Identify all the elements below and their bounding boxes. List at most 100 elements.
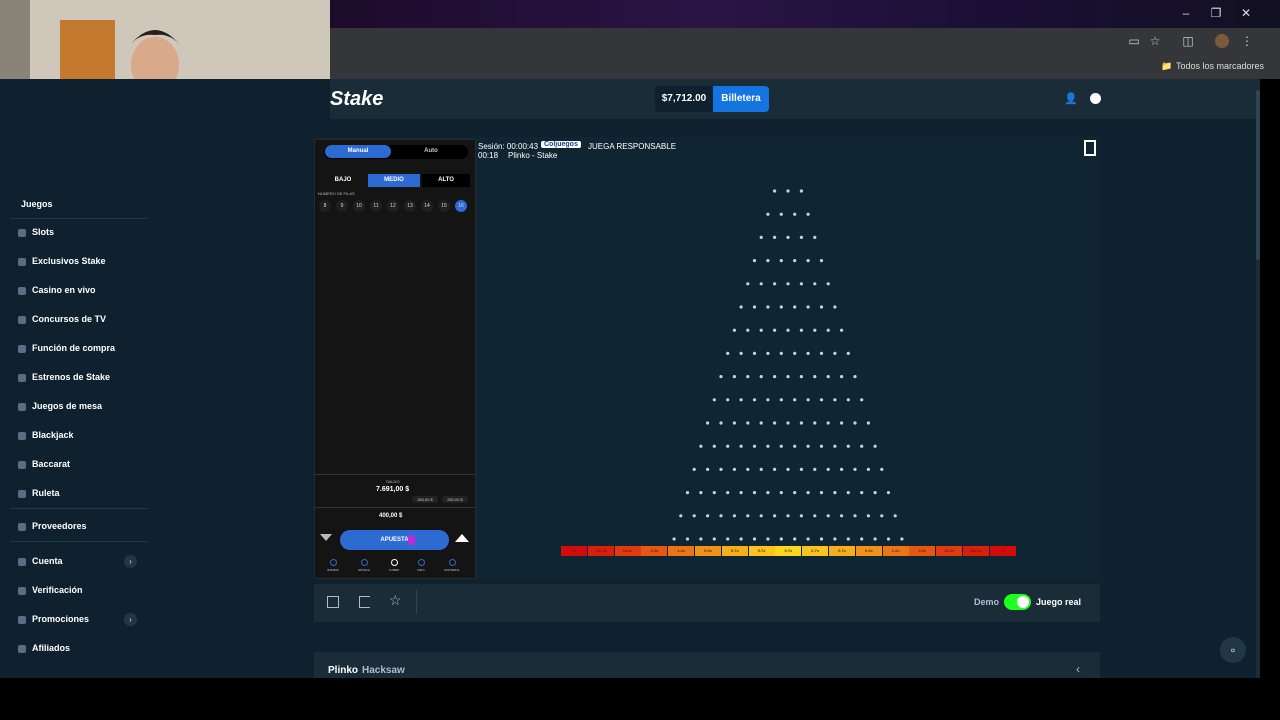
minimize-icon[interactable]: – — [1176, 6, 1196, 20]
sidebar-item-proveedores[interactable]: Proveedores — [18, 515, 143, 537]
sidebar-item-juegos[interactable]: Juegos — [18, 193, 143, 215]
demo-real-toggle[interactable] — [1004, 594, 1031, 610]
risk-high[interactable]: ALTO — [422, 174, 470, 187]
peg — [779, 305, 783, 309]
chevron-right-icon[interactable]: › — [124, 555, 137, 568]
sidebar-item-concursos-tv[interactable]: Concursos de TV — [18, 308, 143, 330]
decrease-bet-icon[interactable] — [320, 534, 332, 541]
balance-display[interactable]: $7,712.00 — [655, 86, 713, 112]
menu-icon[interactable]: ⋮ — [1240, 34, 1254, 48]
sidebar-item-juegos-mesa[interactable]: Juegos de mesa — [18, 395, 143, 417]
row-option[interactable]: 11 — [370, 200, 382, 212]
risk-low[interactable]: BAJO — [326, 174, 360, 187]
risk-medium[interactable]: MEDIO — [368, 174, 420, 187]
peg — [766, 351, 770, 355]
peg — [746, 421, 750, 425]
peg — [806, 212, 810, 216]
tab-manual[interactable]: Manual — [325, 145, 391, 158]
extensions-icon[interactable]: ◫ — [1181, 34, 1195, 48]
cast-icon[interactable]: ▭ — [1127, 34, 1141, 48]
sidebar-item-casino-vivo[interactable]: Casino en vivo — [18, 279, 143, 301]
restore-icon[interactable]: ❐ — [1206, 6, 1226, 20]
peg — [732, 514, 736, 518]
turbo-button[interactable]: TURBO — [387, 559, 401, 572]
peg — [846, 491, 850, 495]
increase-bet-icon[interactable] — [455, 534, 469, 542]
peg — [886, 537, 891, 541]
peg — [806, 351, 810, 355]
profile-avatar[interactable] — [1215, 34, 1229, 48]
sidebar-item-funcion-compra[interactable]: Función de compra — [18, 337, 143, 359]
row-option[interactable]: 12 — [387, 200, 399, 212]
fullscreen-icon[interactable] — [327, 596, 339, 608]
peg — [833, 398, 837, 402]
peg — [699, 444, 703, 448]
bookmark-star-icon[interactable]: ☆ — [1148, 34, 1162, 48]
chip-value[interactable]: 280,00 $ — [442, 496, 468, 503]
row-option[interactable]: 8 — [319, 200, 331, 212]
peg — [706, 421, 710, 425]
chevron-right-icon[interactable]: › — [124, 613, 137, 626]
sidebar-item-blackjack[interactable]: Blackjack — [18, 424, 143, 446]
peg — [752, 305, 757, 309]
peg — [692, 514, 696, 518]
sidebar-item-estrenos[interactable]: Estrenos de Stake — [18, 366, 143, 388]
peg — [886, 491, 891, 495]
live-chat-button[interactable]: ▫ — [1220, 637, 1246, 663]
sidebar-item-verificacion[interactable]: Verificación — [18, 579, 143, 601]
peg — [732, 328, 736, 332]
info-button[interactable]: INFO — [414, 559, 428, 572]
coljuegos-badge: Coljuegos — [541, 141, 581, 148]
peg — [806, 259, 810, 263]
user-icon[interactable]: 👤 — [1064, 92, 1078, 105]
row-option[interactable]: 14 — [421, 200, 433, 212]
theatre-mode-icon[interactable] — [359, 596, 370, 608]
provider-name[interactable]: Hacksaw — [362, 665, 405, 676]
bet-amount[interactable]: 400,00 $ — [379, 513, 402, 519]
multiplier-slot: 14.4x — [614, 546, 641, 556]
favorite-star-icon[interactable]: ☆ — [389, 592, 402, 609]
row-option[interactable]: 15 — [438, 200, 450, 212]
close-icon[interactable]: ✕ — [1236, 6, 1256, 20]
chat-bubble-icon[interactable] — [1090, 93, 1101, 104]
history-button[interactable]: HISTORIAL — [443, 559, 461, 572]
chevron-left-icon[interactable]: ‹ — [1076, 662, 1080, 676]
buy-feature-icon — [18, 344, 26, 353]
session-time: Sesión: 00:00:43 — [478, 142, 539, 151]
sidebar-item-label: Función de compra — [32, 343, 116, 353]
history-icon — [448, 559, 456, 566]
sound-icon — [329, 559, 337, 566]
sidebar-item-exclusivos[interactable]: Exclusivos Stake — [18, 250, 143, 272]
sidebar-item-cuenta[interactable]: Cuenta › — [18, 550, 143, 572]
bet-button[interactable]: APUESTA — [340, 530, 449, 550]
peg — [732, 375, 736, 379]
sidebar-item-baccarat[interactable]: Baccarat — [18, 453, 143, 475]
sidebar-item-afiliados[interactable]: Afiliados — [18, 637, 143, 659]
peg — [833, 444, 837, 448]
stake-logo[interactable]: Stake — [330, 88, 383, 111]
sidebar-item-promociones[interactable]: Promociones › — [18, 608, 143, 630]
peg — [726, 351, 730, 355]
peg — [846, 351, 850, 355]
row-option[interactable]: 9 — [336, 200, 348, 212]
chip-value[interactable]: 280,00 $ — [412, 496, 438, 503]
peg — [779, 537, 783, 541]
peg — [773, 282, 777, 286]
all-bookmarks-label[interactable]: Todos los marcadores — [1176, 61, 1264, 71]
exclusive-icon — [18, 257, 26, 266]
peg — [806, 537, 810, 541]
sidebar-item-ruleta[interactable]: Ruleta — [18, 482, 143, 504]
wallet-button[interactable]: Billetera — [713, 86, 769, 112]
row-option-selected[interactable]: 16 — [455, 200, 467, 212]
row-option[interactable]: 10 — [353, 200, 365, 212]
tab-auto[interactable]: Auto — [398, 145, 464, 158]
peg — [840, 467, 844, 471]
music-button[interactable]: MÚSICA — [357, 559, 371, 572]
sound-button[interactable]: SONIDO — [326, 559, 340, 572]
peg — [752, 351, 757, 355]
sidebar-item-slots[interactable]: Slots — [18, 221, 143, 243]
tv-icon — [18, 315, 26, 324]
row-option[interactable]: 13 — [404, 200, 416, 212]
peg — [766, 398, 770, 402]
scrollbar-thumb[interactable] — [1256, 90, 1260, 260]
